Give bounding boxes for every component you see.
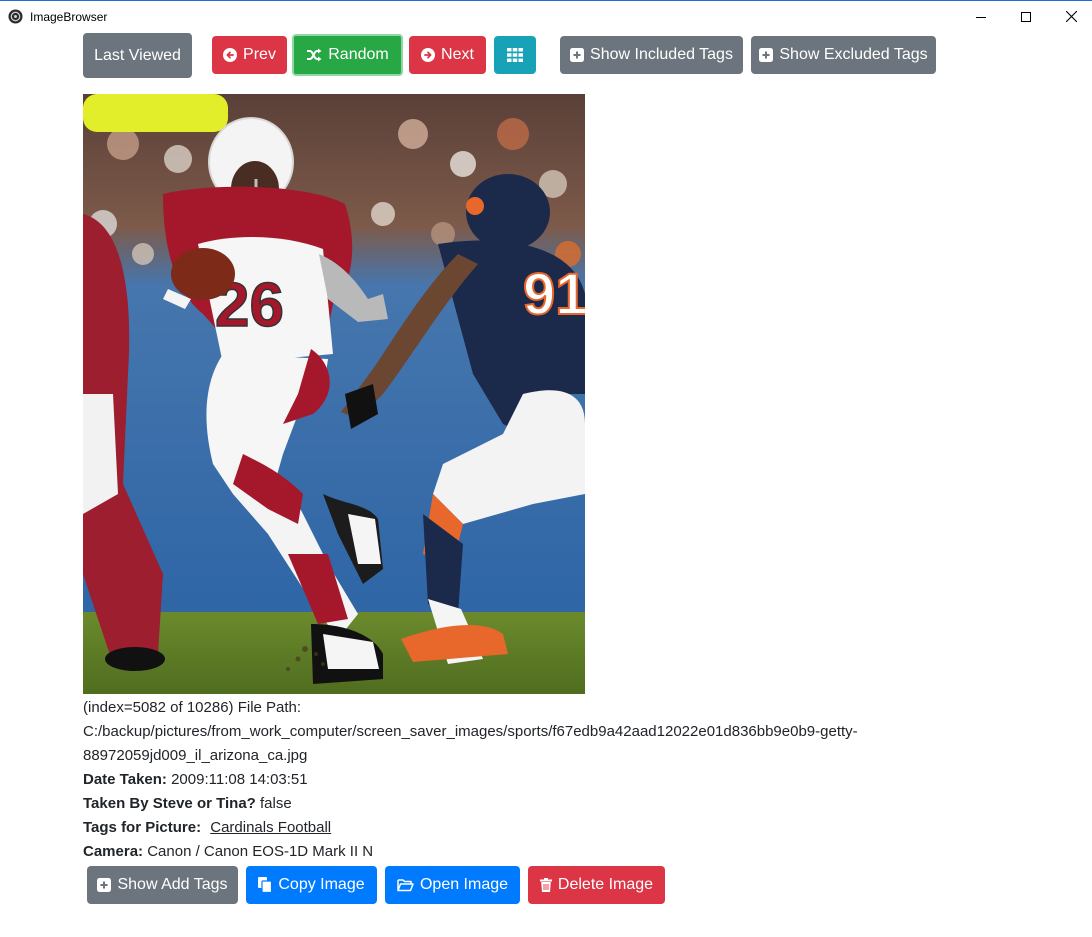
- maximize-button[interactable]: [1003, 1, 1049, 32]
- shuffle-icon: [307, 48, 322, 62]
- plus-square-icon: [570, 48, 585, 62]
- index-text: (index=5082 of 10286) File Path:: [83, 699, 302, 716]
- open-image-label: Open Image: [419, 876, 509, 893]
- taken-by-row: Taken By Steve or Tina? false: [83, 792, 923, 816]
- current-image[interactable]: 91 26: [83, 94, 585, 694]
- last-viewed-button[interactable]: Last Viewed: [83, 33, 192, 78]
- camera-label: Camera:: [83, 843, 144, 860]
- delete-image-label: Delete Image: [557, 876, 654, 893]
- date-taken-row: Date Taken: 2009:11:08 14:03:51: [83, 768, 923, 792]
- file-path-line-1: C:/backup/pictures/from_work_computer/sc…: [83, 723, 858, 740]
- show-excluded-tags-button[interactable]: Show Excluded Tags: [751, 36, 936, 74]
- date-taken-value: 2009:11:08 14:03:51: [171, 771, 308, 788]
- tags-row: Tags for Picture: Cardinals Football: [83, 816, 923, 840]
- plus-square-icon: [759, 48, 774, 62]
- last-viewed-label: Last Viewed: [94, 46, 181, 64]
- trash-icon: [539, 878, 552, 892]
- taken-by-value: false: [260, 795, 292, 812]
- open-image-button[interactable]: Open Image: [385, 866, 520, 904]
- arrow-circle-right-icon: [421, 48, 436, 62]
- maximize-icon: [1021, 11, 1031, 22]
- next-label: Next: [441, 46, 474, 63]
- taken-by-label: Taken By Steve or Tina?: [83, 795, 256, 812]
- random-button[interactable]: Random: [292, 34, 403, 76]
- show-excluded-tags-label: Show Excluded Tags: [779, 46, 928, 63]
- football-photo: 91 26: [83, 94, 585, 694]
- arrow-circle-left-icon: [223, 48, 238, 62]
- folder-open-icon: [397, 879, 414, 892]
- window-title: ImageBrowser: [30, 10, 108, 24]
- copy-image-button[interactable]: Copy Image: [246, 866, 377, 904]
- show-included-tags-button[interactable]: Show Included Tags: [560, 36, 743, 74]
- minimize-button[interactable]: [958, 1, 1004, 32]
- grid-icon: [507, 48, 523, 62]
- close-icon: [1065, 11, 1077, 22]
- prev-button[interactable]: Prev: [212, 36, 287, 74]
- app-logo-icon: [8, 9, 23, 24]
- random-label: Random: [328, 46, 389, 63]
- plus-square-icon: [97, 878, 112, 892]
- show-add-tags-label: Show Add Tags: [117, 876, 228, 893]
- grid-view-button[interactable]: [494, 36, 536, 74]
- next-button[interactable]: Next: [409, 36, 486, 74]
- camera-row: Camera: Canon / Canon EOS-1D Mark II N: [83, 840, 923, 864]
- minimize-icon: [976, 16, 986, 18]
- prev-label: Prev: [243, 46, 276, 63]
- tags-label: Tags for Picture:: [83, 819, 202, 836]
- tag-link[interactable]: Cardinals Football: [210, 819, 331, 836]
- window-titlebar: ImageBrowser: [0, 0, 1092, 32]
- svg-text:91: 91: [523, 262, 585, 327]
- camera-value: Canon / Canon EOS-1D Mark II N: [147, 843, 374, 860]
- date-taken-label: Date Taken:: [83, 771, 167, 788]
- file-path-line-2: 88972059jd009_il_arizona_ca.jpg: [83, 747, 308, 764]
- copy-image-label: Copy Image: [278, 876, 365, 893]
- copy-icon: [258, 877, 273, 893]
- image-info: (index=5082 of 10286) File Path: C:/back…: [83, 696, 923, 864]
- show-included-tags-label: Show Included Tags: [590, 46, 733, 63]
- delete-image-button[interactable]: Delete Image: [528, 866, 665, 904]
- close-button[interactable]: [1048, 1, 1092, 32]
- show-add-tags-button[interactable]: Show Add Tags: [87, 866, 238, 904]
